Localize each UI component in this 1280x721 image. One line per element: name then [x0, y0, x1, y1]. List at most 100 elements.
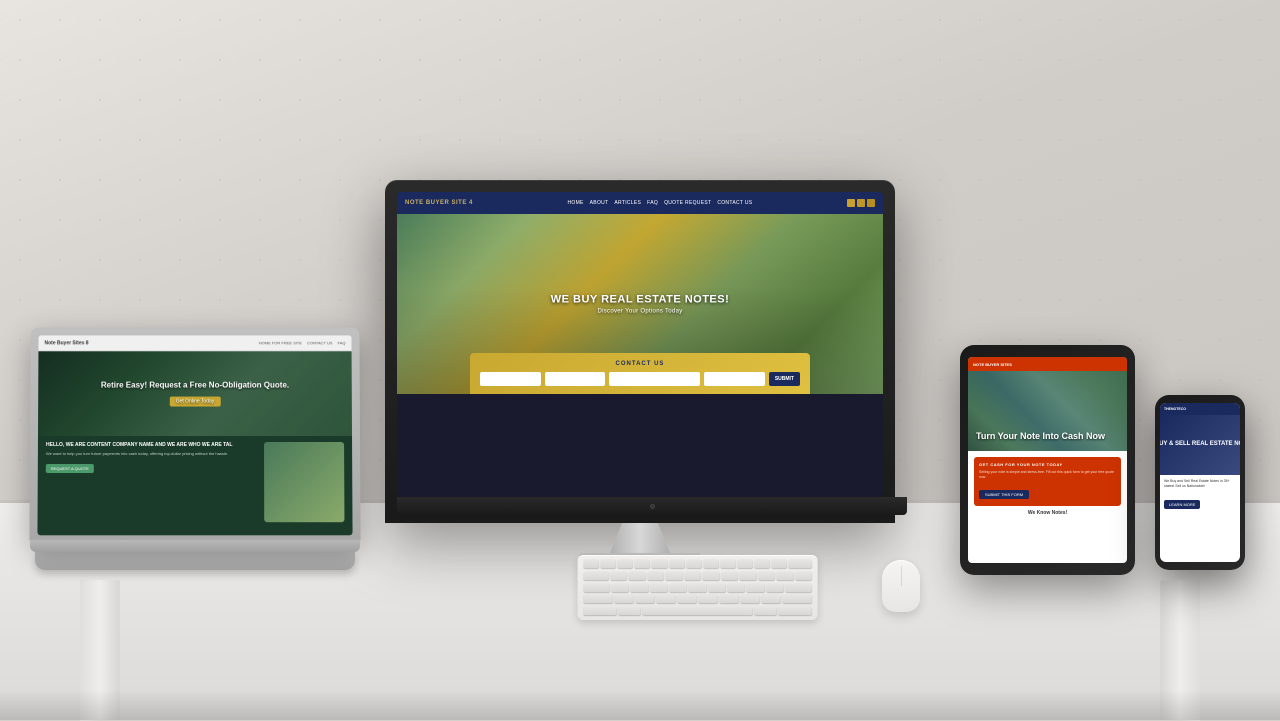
laptop-nav-link-3[interactable]: FAQ: [338, 340, 346, 345]
key: [728, 583, 745, 592]
key: [699, 594, 718, 603]
key: [635, 594, 654, 603]
key-alt-r: [755, 606, 777, 615]
phone-hero: WE BUY & SELL REAL ESTATE NOTES.: [1160, 415, 1240, 475]
key: [618, 559, 633, 568]
key: [758, 571, 774, 580]
mouse-line: [901, 566, 902, 586]
monitor-hero-subtitle: Discover Your Options Today: [551, 309, 730, 315]
key: [703, 571, 719, 580]
key: [777, 571, 793, 580]
monitor-frame: NOTE BUYER SITE 4 HOME ABOUT ARTICLES FA…: [385, 180, 895, 523]
monitor-nav-articles[interactable]: ARTICLES: [614, 200, 641, 206]
laptop-content-btn[interactable]: REQUEST A QUOTE: [46, 464, 94, 473]
keyboard-row-2: [584, 571, 812, 581]
key: [669, 559, 684, 568]
key-caps: [584, 583, 610, 592]
tablet-frame: NOTE BUYER SITES Turn Your Note Into Cas…: [960, 345, 1135, 575]
key-enter: [786, 583, 812, 592]
keyboard-row-1: [584, 559, 812, 569]
key: [629, 571, 645, 580]
laptop-container: Note Buyer Sites 8 HOME FOR FREE SITE CO…: [30, 327, 360, 570]
key: [647, 571, 663, 580]
laptop-nav-link-2[interactable]: CONTACT US: [307, 340, 333, 345]
phone-cta-btn[interactable]: LEARN MORE: [1164, 500, 1200, 509]
laptop-keyboard-base: [35, 552, 355, 570]
monitor-nav-social: [847, 199, 875, 207]
key-shift-r: [783, 594, 812, 603]
keyboard-row-5: [584, 606, 812, 616]
monitor-nav-faq[interactable]: FAQ: [647, 200, 658, 206]
tablet-form-box: GET CASH FOR YOUR NOTE TODAY Selling you…: [974, 457, 1121, 506]
key: [720, 594, 739, 603]
laptop-content-title: HELLO, WE ARE CONTENT COMPANY NAME AND W…: [46, 442, 256, 448]
key: [684, 571, 700, 580]
tablet-screen: NOTE BUYER SITES Turn Your Note Into Cas…: [968, 357, 1127, 563]
key: [652, 559, 667, 568]
key: [666, 571, 682, 580]
phone-screen: THENOTECO WE BUY & SELL REAL ESTATE NOTE…: [1160, 403, 1240, 562]
laptop-hero-title: Retire Easy! Request a Free No-Obligatio…: [101, 380, 289, 389]
monitor-form-fields: SUBMIT: [480, 372, 800, 386]
monitor-contact-form: CONTACT US SUBMIT: [470, 353, 810, 394]
laptop-hero-text: Retire Easy! Request a Free No-Obligatio…: [101, 380, 289, 407]
laptop-hero-btn[interactable]: Get Online Today: [170, 396, 220, 406]
monitor-nav-links: HOME ABOUT ARTICLES FAQ QUOTE REQUEST CO…: [567, 200, 752, 206]
monitor-social-fb[interactable]: [847, 199, 855, 207]
key: [584, 559, 599, 568]
tablet-form-btn[interactable]: SUBMIT THIS FORM: [979, 490, 1029, 499]
key: [601, 559, 616, 568]
key: [656, 594, 675, 603]
monitor-input-firstname[interactable]: [480, 372, 541, 386]
tablet-bottom-text: We Know Notes!: [974, 510, 1121, 516]
monitor-camera: [650, 504, 655, 509]
monitor-container: NOTE BUYER SITE 4 HOME ABOUT ARTICLES FA…: [385, 180, 895, 565]
keyboard: [578, 555, 818, 620]
monitor-nav-about[interactable]: ABOUT: [590, 200, 609, 206]
laptop-nav-link-1[interactable]: HOME FOR FREE SITE: [259, 340, 302, 345]
key-backspace: [789, 559, 812, 568]
monitor-social-tw[interactable]: [857, 199, 865, 207]
key: [708, 583, 725, 592]
phone-nav: THENOTECO: [1160, 403, 1240, 415]
monitor-nav-home[interactable]: HOME: [567, 200, 583, 206]
key: [766, 583, 783, 592]
monitor-social-li[interactable]: [867, 199, 875, 207]
monitor-stand-neck: [610, 523, 670, 553]
monitor-input-lastname[interactable]: [545, 372, 606, 386]
monitor-nav-contact[interactable]: CONTACT US: [717, 200, 752, 206]
key: [650, 583, 667, 592]
key: [612, 583, 629, 592]
key: [738, 559, 753, 568]
monitor-submit-button[interactable]: SUBMIT: [769, 372, 800, 386]
laptop-nav-links: HOME FOR FREE SITE CONTACT US FAQ: [259, 340, 346, 345]
monitor-input-phone[interactable]: [704, 372, 765, 386]
keyboard-row-4: [584, 594, 812, 604]
tablet-form-body: Selling your note is simple and stress-f…: [979, 470, 1116, 480]
key: [686, 559, 701, 568]
key: [720, 559, 735, 568]
monitor-nav-quote[interactable]: QUOTE REQUEST: [664, 200, 711, 206]
key: [762, 594, 781, 603]
key: [614, 594, 633, 603]
key-shift-l: [584, 594, 613, 603]
key: [610, 571, 626, 580]
laptop-content-body: We want to help you turn future payments…: [46, 451, 256, 457]
monitor-brand: NOTE BUYER SITE 4: [405, 200, 473, 206]
key: [795, 571, 811, 580]
phone-brand: THENOTECO: [1164, 407, 1186, 411]
key-space: [643, 606, 753, 615]
tablet-nav: NOTE BUYER SITES: [968, 357, 1127, 371]
key: [755, 559, 770, 568]
key: [631, 583, 648, 592]
tablet-hero-title: Turn Your Note Into Cash Now: [976, 431, 1105, 443]
tablet-brand: NOTE BUYER SITES: [973, 362, 1012, 367]
tablet-hero: Turn Your Note Into Cash Now: [968, 371, 1127, 451]
key: [741, 594, 760, 603]
laptop-screen-frame: Note Buyer Sites 8 HOME FOR FREE SITE CO…: [29, 327, 360, 540]
monitor-hero-title: WE BUY REAL ESTATE NOTES!: [551, 294, 730, 306]
monitor-input-email[interactable]: [609, 372, 700, 386]
laptop-content: HELLO, WE ARE CONTENT COMPANY NAME AND W…: [37, 436, 352, 535]
key: [772, 559, 787, 568]
key: [689, 583, 706, 592]
